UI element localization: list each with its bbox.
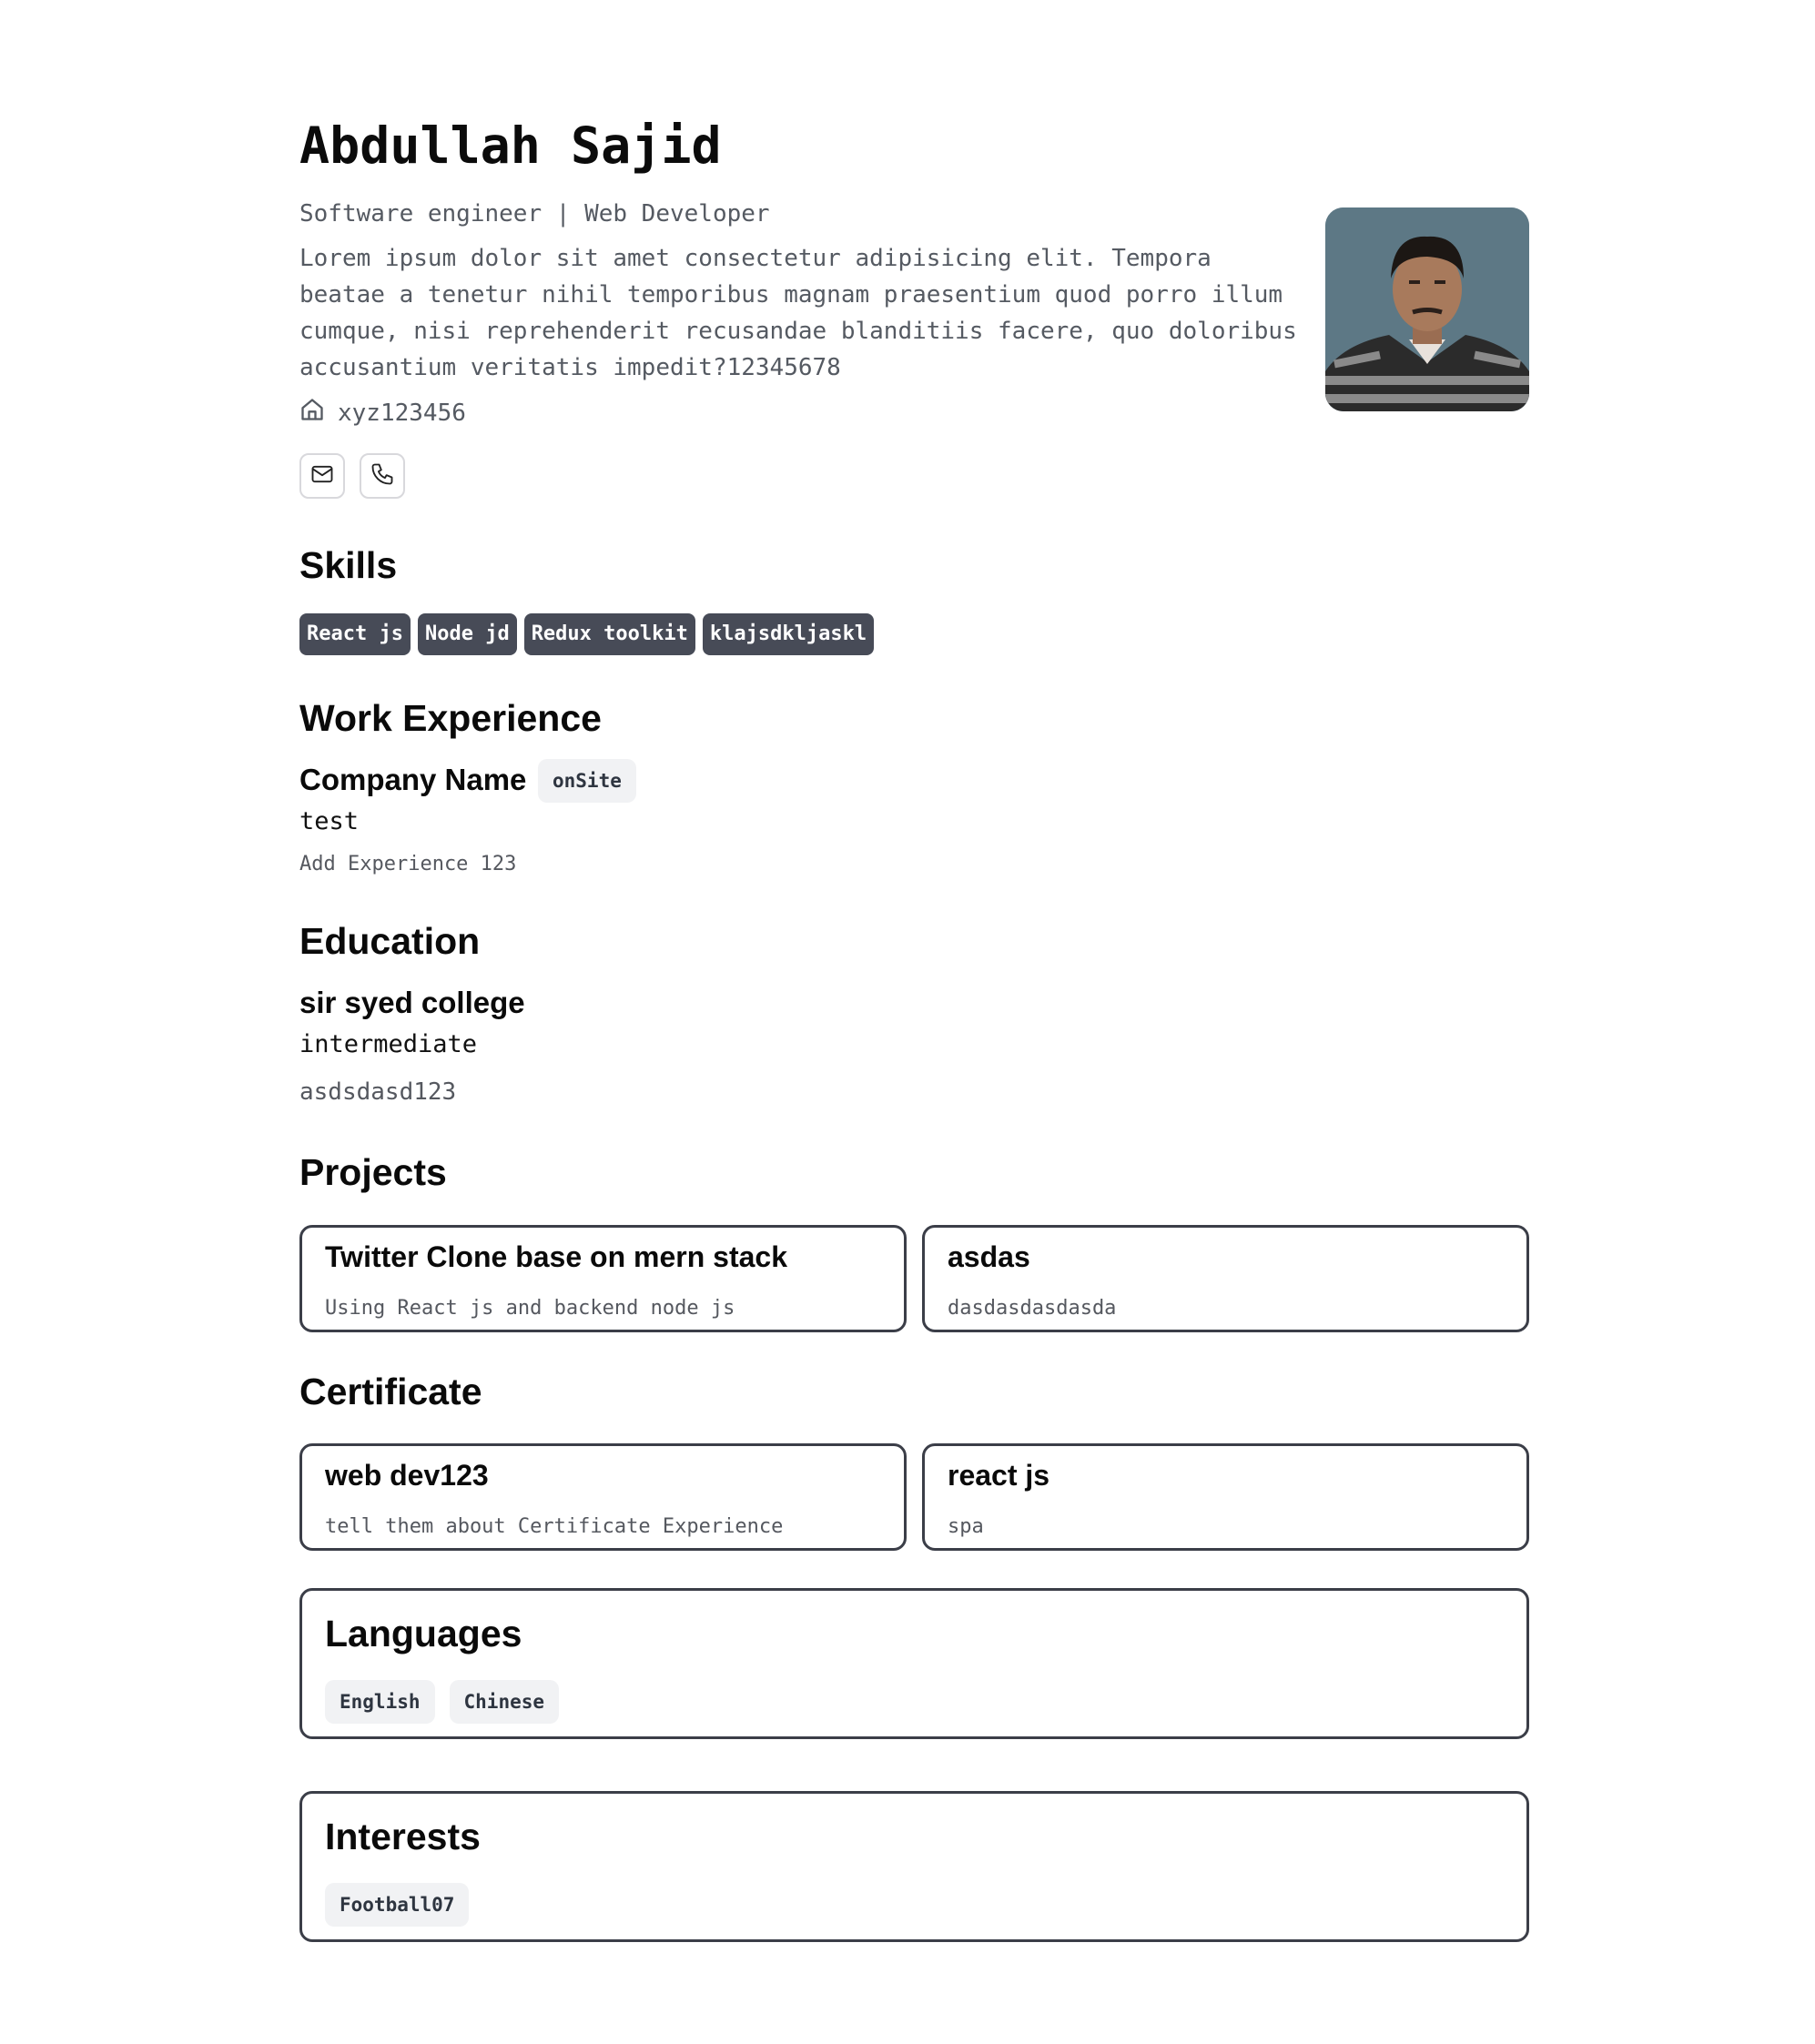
phone-button[interactable] xyxy=(360,453,405,499)
project-description: dasdasdasdasda xyxy=(948,1297,1117,1320)
avatar xyxy=(1325,207,1529,411)
interests-card: Interests Football07 xyxy=(299,1791,1529,1942)
email-button[interactable] xyxy=(299,453,345,499)
skill-tag: Node jd xyxy=(417,613,517,655)
skill-tag: klajsdkljaskl xyxy=(702,613,875,655)
skills-list: React js Node jd Redux toolkit klajsdklj… xyxy=(299,613,875,655)
certificate-title: web dev123 xyxy=(325,1459,489,1492)
school-name: sir syed college xyxy=(299,986,525,1019)
project-title: asdas xyxy=(948,1240,1030,1273)
work-type-label: onSite xyxy=(538,759,636,803)
resume-page: Abdullah Sajid Software engineer | Web D… xyxy=(0,0,1815,2044)
profile-role: Software engineer | Web Developer xyxy=(299,200,770,228)
language-tag: English xyxy=(325,1680,435,1724)
projects-heading: Projects xyxy=(299,1151,447,1193)
certificate-card[interactable]: react js spa xyxy=(922,1443,1529,1551)
company-name: Company Name xyxy=(299,763,527,796)
contact-buttons xyxy=(299,453,405,499)
interests-list: Football07 xyxy=(325,1883,470,1927)
work-description: Add Experience 123 xyxy=(299,853,517,875)
languages-card: Languages English Chinese xyxy=(299,1588,1529,1739)
mail-icon xyxy=(309,461,335,491)
skills-heading: Skills xyxy=(299,544,398,586)
work-type-badge: onSite xyxy=(538,759,636,803)
profile-about: Lorem ipsum dolor sit amet consectetur a… xyxy=(299,245,1297,381)
profile-name: Abdullah Sajid xyxy=(299,116,722,175)
project-description: Using React js and backend node js xyxy=(325,1297,735,1320)
certificate-description: spa xyxy=(948,1515,984,1538)
phone-icon xyxy=(370,461,395,491)
work-position: test xyxy=(299,807,360,835)
project-title: Twitter Clone base on mern stack xyxy=(325,1240,787,1273)
certificate-heading: Certificate xyxy=(299,1371,482,1412)
languages-list: English Chinese xyxy=(325,1680,560,1724)
profile-location: xyz123456 xyxy=(299,397,466,429)
work-heading: Work Experience xyxy=(299,697,602,739)
certificate-title: react js xyxy=(948,1459,1050,1492)
interests-heading: Interests xyxy=(325,1816,481,1857)
education-degree: intermediate xyxy=(299,1030,478,1058)
location-text: xyz123456 xyxy=(338,399,466,427)
interest-tag: Football07 xyxy=(325,1883,470,1927)
education-heading: Education xyxy=(299,920,481,962)
skill-tag: React js xyxy=(299,613,411,655)
certificate-card[interactable]: web dev123 tell them about Certificate E… xyxy=(299,1443,907,1551)
education-description: asdsdasd123 xyxy=(299,1078,457,1106)
project-card[interactable]: asdas dasdasdasdasda xyxy=(922,1225,1529,1332)
certificate-description: tell them about Certificate Experience xyxy=(325,1515,784,1538)
skill-tag: Redux toolkit xyxy=(523,613,695,655)
home-icon xyxy=(299,397,325,429)
languages-heading: Languages xyxy=(325,1613,522,1654)
language-tag: Chinese xyxy=(449,1680,560,1724)
project-card[interactable]: Twitter Clone base on mern stack Using R… xyxy=(299,1225,907,1332)
